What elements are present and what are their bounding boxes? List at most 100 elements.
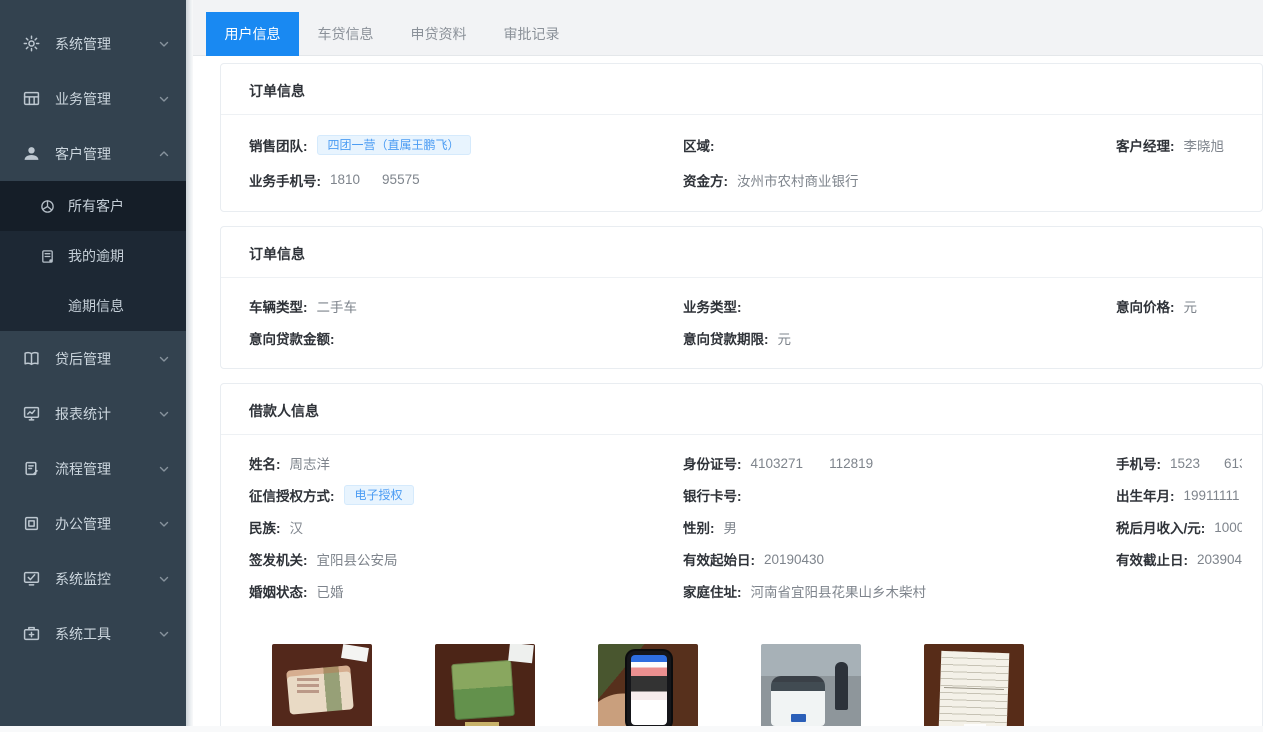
field-label: 婚姻状态: [249, 581, 308, 601]
toolbox-icon [23, 625, 40, 642]
gear-icon [23, 35, 40, 52]
field: 家庭住址:河南省宜阳县花果山乡木柴村 [683, 575, 1116, 607]
tab-panel: 订单信息销售团队:四团一营（直属王鹏飞）区域:客户经理:李晓旭业务手机号:181… [193, 56, 1263, 732]
field-label: 手机号: [1116, 453, 1161, 473]
field-empty [1116, 162, 1242, 197]
document-photo-thumbnail[interactable] [924, 644, 1024, 732]
chevron-down-icon [158, 353, 170, 365]
tab-1[interactable]: 车贷信息 [299, 12, 392, 56]
photo-row: 本人照驾驶证照片授权码人车合照其他材料 [272, 644, 1262, 732]
sidebar-subitem-0[interactable]: 所有客户 [0, 181, 186, 231]
card-fields: 姓名:周志洋身份证号:4103271112819手机号:15236137征信授权… [221, 435, 1262, 621]
field: 区域: [683, 127, 1116, 162]
sidebar-item-7[interactable]: 系统监控 [0, 551, 186, 606]
sidebar-item-label: 办公管理 [55, 514, 111, 534]
field: 客户经理:李晓旭 [1116, 127, 1242, 162]
sidebar-item-label: 报表统计 [55, 404, 111, 424]
field: 意向贷款金额: [249, 322, 683, 354]
field: 民族:汉 [249, 511, 683, 543]
field-label: 资金方: [683, 170, 728, 190]
user-icon [23, 145, 40, 162]
office-icon [23, 515, 40, 532]
field: 签发机关:宜阳县公安局 [249, 543, 683, 575]
field-label: 出生年月: [1116, 485, 1175, 505]
sidebar: 系统管理业务管理客户管理所有客户我的逾期逾期信息贷后管理报表统计流程管理办公管理… [0, 0, 186, 732]
sidebar-scrollbar[interactable] [186, 0, 193, 732]
document-photo: 其他材料 [924, 644, 1024, 732]
field: 姓名:周志洋 [249, 447, 683, 479]
field: 出生年月: 19911111 [1116, 479, 1242, 511]
sidebar-subitem-1[interactable]: 我的逾期 [0, 231, 186, 281]
monitor-icon [23, 405, 40, 422]
person-car-photo: 人车合照 [761, 644, 861, 732]
chevron-down-icon [158, 38, 170, 50]
sidebar-item-label: 流程管理 [55, 459, 111, 479]
auth-qrcode-photo-thumbnail[interactable] [598, 644, 698, 732]
person-car-photo-thumbnail[interactable] [761, 644, 861, 732]
sidebar-item-8[interactable]: 系统工具 [0, 606, 186, 661]
field-label: 区域: [683, 135, 715, 155]
sidebar-item-4[interactable]: 报表统计 [0, 386, 186, 441]
field-tag[interactable]: 电子授权 [344, 485, 414, 505]
field-label: 民族: [249, 517, 281, 537]
field-label: 银行卡号: [683, 485, 742, 505]
redaction-block [1200, 458, 1224, 468]
id-card-photo-thumbnail[interactable] [272, 644, 372, 732]
field-value: 20390430 [1197, 552, 1242, 567]
field: 征信授权方式:电子授权 [249, 479, 683, 511]
field-value: 已婚 [317, 581, 344, 601]
sidebar-item-label: 客户管理 [55, 144, 111, 164]
viewport-cut-strip [0, 726, 1263, 732]
tab-3[interactable]: 审批记录 [485, 12, 578, 56]
field-value: 4103271112819 [751, 456, 874, 471]
field: 资金方: 汝州市农村商业银行 [683, 162, 1116, 197]
license-photo: 驾驶证照片 [435, 644, 535, 732]
sidebar-item-2[interactable]: 客户管理 [0, 126, 186, 181]
sidebar-subitem-label: 我的逾期 [68, 246, 124, 266]
chevron-down-icon [158, 518, 170, 530]
sidebar-subitem-label: 所有客户 [68, 196, 124, 216]
sidebar-item-6[interactable]: 办公管理 [0, 496, 186, 551]
sidebar-item-1[interactable]: 业务管理 [0, 71, 186, 126]
field-tag[interactable]: 四团一营（直属王鹏飞） [317, 135, 471, 155]
info-card-1: 订单信息车辆类型:二手车业务类型:意向价格:元意向贷款金额:意向贷款期限:元 [220, 226, 1263, 369]
sidebar-subitem-2[interactable]: 逾期信息 [0, 281, 186, 331]
field-value: 10000 [1214, 520, 1242, 535]
field-label: 税后月收入/元: [1116, 517, 1205, 537]
field-label: 姓名: [249, 453, 281, 473]
monitor-check-icon [23, 570, 40, 587]
field-value: 元 [1184, 296, 1198, 316]
id-card-photo: 本人照 [272, 644, 372, 732]
field: 性别:男 [683, 511, 1116, 543]
sidebar-item-3[interactable]: 贷后管理 [0, 331, 186, 386]
tab-2[interactable]: 申贷资料 [392, 12, 485, 56]
field-label: 车辆类型: [249, 296, 308, 316]
info-card-0: 订单信息销售团队:四团一营（直属王鹏飞）区域:客户经理:李晓旭业务手机号:181… [220, 63, 1263, 212]
field-value: 二手车 [317, 296, 358, 316]
sidebar-item-label: 系统监控 [55, 569, 111, 589]
field: 业务类型: [683, 290, 1116, 322]
sidebar-item-label: 贷后管理 [55, 349, 111, 369]
card-fields: 车辆类型:二手车业务类型:意向价格:元意向贷款金额:意向贷款期限:元 [221, 278, 1262, 368]
field: 有效截止日:20390430 [1116, 543, 1242, 575]
field: 税后月收入/元: 10000 [1116, 511, 1242, 543]
card-title: 借款人信息 [221, 384, 1262, 435]
field-value: 汝州市农村商业银行 [737, 170, 859, 190]
field-value: 19911111 [1184, 488, 1240, 503]
sidebar-item-label: 业务管理 [55, 89, 111, 109]
field-value: 宜阳县公安局 [317, 549, 398, 569]
sidebar-item-label: 系统管理 [55, 34, 111, 54]
field-label: 意向贷款金额: [249, 328, 335, 348]
license-photo-thumbnail[interactable] [435, 644, 535, 732]
sidebar-item-0[interactable]: 系统管理 [0, 16, 186, 71]
tab-bar: 用户信息车贷信息申贷资料审批记录 [193, 0, 1263, 56]
redaction-block [803, 458, 829, 468]
field: 意向价格:元 [1116, 290, 1242, 322]
chevron-down-icon [158, 628, 170, 640]
chevron-up-icon [158, 148, 170, 160]
sidebar-subitem-label: 逾期信息 [68, 296, 124, 316]
info-card-2: 借款人信息姓名:周志洋身份证号:4103271112819手机号:1523613… [220, 383, 1263, 732]
tab-0[interactable]: 用户信息 [206, 12, 299, 56]
chevron-down-icon [158, 408, 170, 420]
sidebar-item-5[interactable]: 流程管理 [0, 441, 186, 496]
